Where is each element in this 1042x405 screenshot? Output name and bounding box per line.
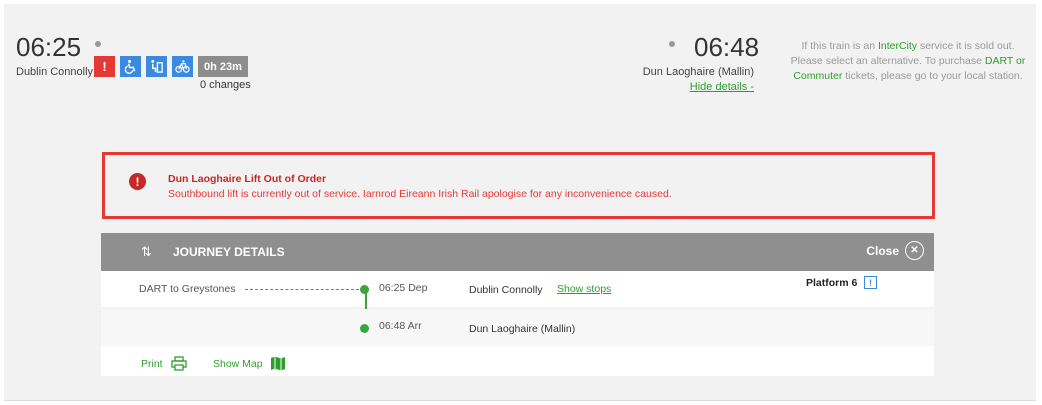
sold-out-notice: If this train is an InterCity service it…	[788, 39, 1028, 84]
alert-title: Dun Laoghaire Lift Out of Order	[168, 173, 327, 185]
show-map-label: Show Map	[213, 357, 263, 370]
notice-text: tickets, please go to your local station…	[842, 70, 1023, 82]
close-label: Close	[866, 243, 899, 258]
show-map-button[interactable]: Show Map	[213, 356, 286, 371]
hide-details-link[interactable]: Hide details -	[690, 81, 754, 93]
journey-row-departure: DART to Greystones 06:25 Dep Dublin Conn…	[101, 271, 934, 323]
bicycle-icon[interactable]	[172, 56, 193, 77]
time-separator-dot	[95, 41, 101, 47]
notice-text: If this train is an	[801, 40, 878, 52]
close-icon: ✕	[905, 241, 924, 260]
printer-icon	[170, 356, 187, 371]
stop-dot	[360, 324, 369, 333]
platform-label: Platform 6	[806, 277, 858, 289]
duration-badge: 0h 23m	[198, 56, 248, 77]
departure-stop-time: 06:25 Dep	[379, 282, 428, 294]
alert-body: Southbound lift is currently out of serv…	[168, 188, 672, 200]
intercity-link[interactable]: InterCity	[878, 40, 917, 52]
platform-info-icon[interactable]: !	[864, 276, 877, 289]
departure-stop-station: Dublin Connolly	[469, 284, 543, 296]
departure-station: Dublin Connolly	[16, 66, 94, 78]
show-stops-link[interactable]: Show stops	[557, 283, 611, 295]
print-label: Print	[141, 357, 163, 370]
close-button[interactable]: Close ✕	[866, 241, 924, 260]
arrival-time: 06:48	[694, 32, 760, 62]
changes-count: 0 changes	[200, 79, 251, 91]
arrival-stop-station: Dun Laoghaire (Mallin)	[469, 323, 576, 335]
service-alert: ! Dun Laoghaire Lift Out of Order Southb…	[102, 152, 935, 219]
departure-time: 06:25	[16, 32, 82, 62]
time-separator-dot	[669, 41, 675, 47]
journey-row-arrival: 06:48 Arr Dun Laoghaire (Mallin)	[101, 309, 934, 346]
journey-details-title: JOURNEY DETAILS	[173, 245, 285, 259]
journey-details-header: ⇅ JOURNEY DETAILS Close ✕	[101, 233, 934, 271]
journey-actions: Print Show Map	[101, 346, 934, 376]
lift-icon[interactable]	[146, 56, 167, 77]
arrival-station: Dun Laoghaire (Mallin)	[642, 66, 754, 78]
map-icon	[270, 356, 285, 371]
alert-icon[interactable]: !	[94, 56, 115, 77]
sort-arrows-icon[interactable]: ⇅	[141, 244, 152, 260]
arrival-stop-time: 06:48 Arr	[379, 320, 422, 332]
print-button[interactable]: Print	[141, 356, 187, 371]
exclamation-icon: !	[129, 173, 146, 190]
train-name: DART to Greystones	[139, 283, 236, 295]
route-dashed-line	[245, 289, 359, 290]
service-icons: ! 0h 23m	[94, 56, 248, 77]
wheelchair-icon[interactable]	[120, 56, 141, 77]
